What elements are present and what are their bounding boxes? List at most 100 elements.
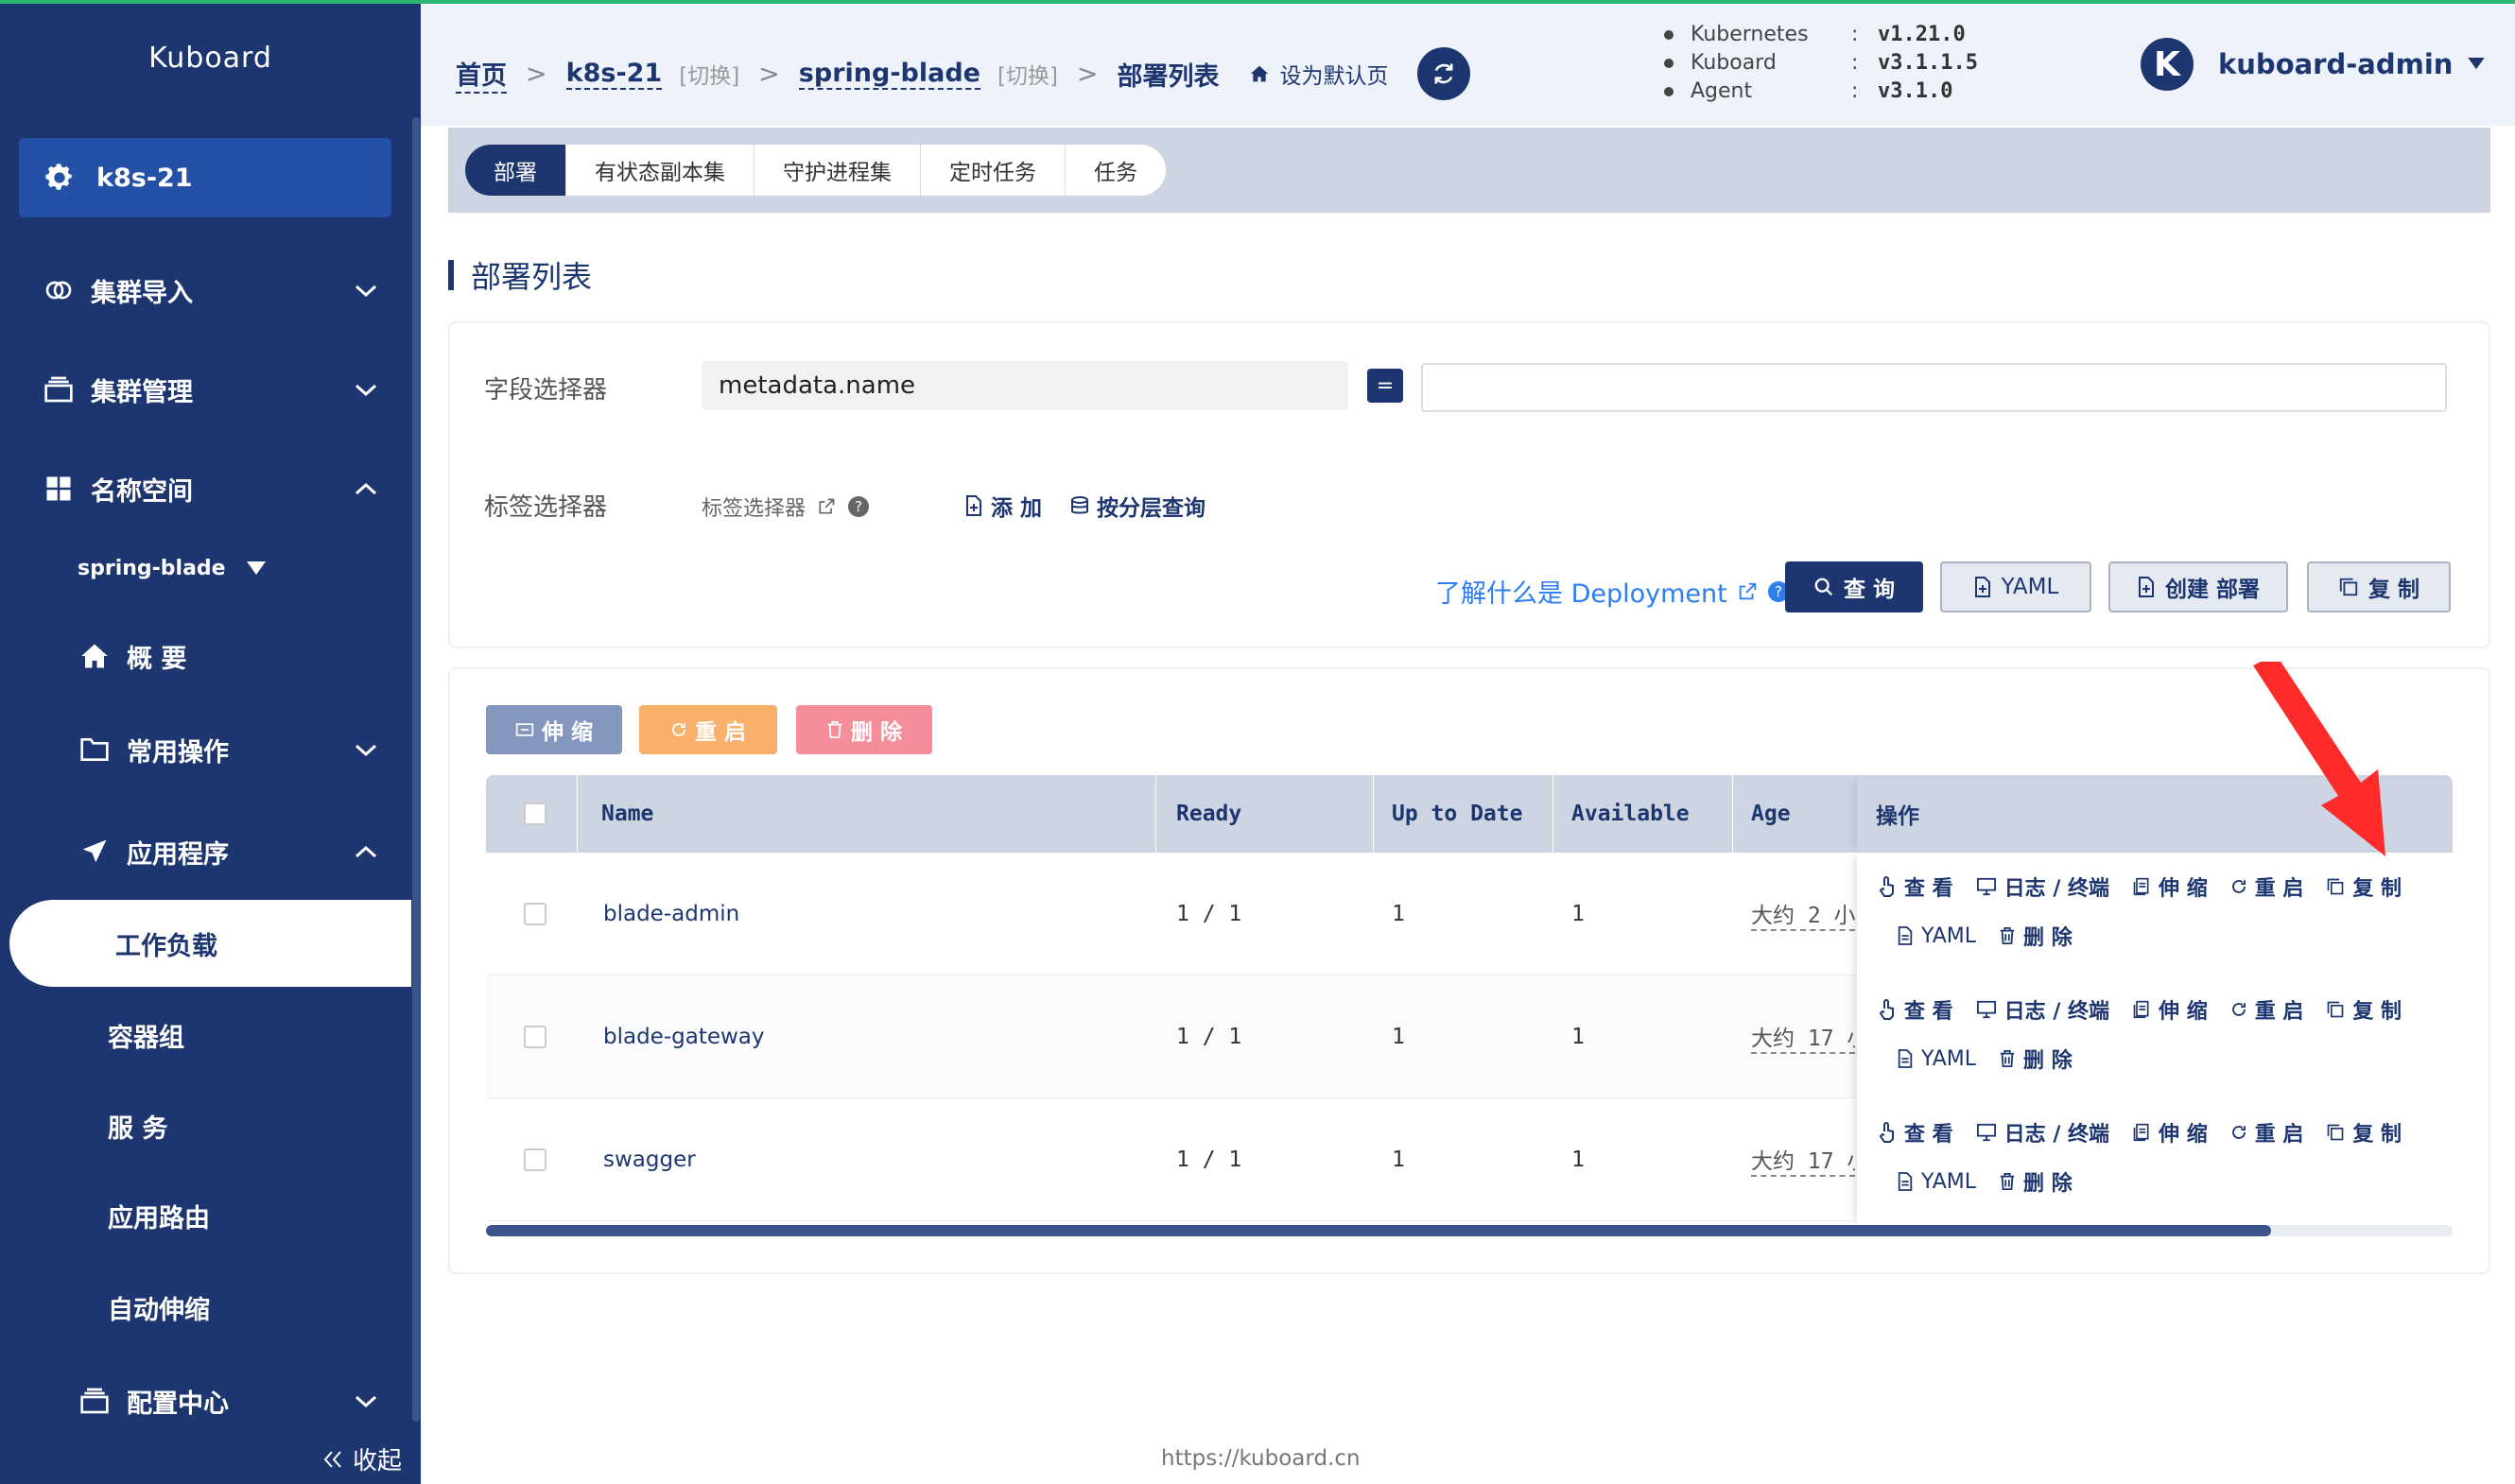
sidebar-item-overview[interactable]: 概 要 — [78, 632, 416, 680]
column-name[interactable]: Name — [601, 775, 653, 853]
up-to-date-value: 1 — [1392, 902, 1405, 926]
sidebar-item-cluster-manage[interactable]: 集群管理 — [42, 366, 416, 413]
sidebar-item-pods[interactable]: 容器组 — [108, 1017, 184, 1054]
field-selector-input[interactable]: metadata.name — [702, 361, 1348, 410]
delete-button[interactable]: 删 除 — [1999, 1044, 2073, 1074]
deployment-name-link[interactable]: swagger — [603, 1098, 696, 1221]
scrollbar-thumb[interactable] — [486, 1225, 2271, 1236]
sidebar-item-ingress[interactable]: 应用路由 — [108, 1198, 210, 1234]
column-age[interactable]: Age — [1751, 775, 1791, 853]
copy-deployment-button[interactable]: 复 制 — [2326, 1117, 2402, 1148]
label-selector-help[interactable]: 标签选择器 ? — [702, 492, 870, 522]
restart-button[interactable]: 重 启 — [2230, 871, 2303, 902]
tab-deployments[interactable]: 部署 — [465, 145, 566, 196]
label-selector-link[interactable]: 标签选择器 — [702, 492, 806, 522]
available-value: 1 — [1571, 1148, 1585, 1172]
tab-statefulsets[interactable]: 有状态副本集 — [566, 145, 754, 196]
tab-daemonsets[interactable]: 守护进程集 — [754, 145, 921, 196]
row-checkbox[interactable] — [524, 853, 546, 975]
cluster-selector[interactable]: k8s-21 — [19, 138, 391, 217]
sidebar-item-cluster-import[interactable]: 集群导入 — [42, 267, 416, 314]
home-icon — [78, 639, 112, 673]
deployment-name-link[interactable]: blade-gateway — [603, 975, 765, 1098]
page-title: 部署列表 — [448, 253, 592, 297]
yaml-view-button[interactable]: YAML — [1897, 1170, 1976, 1194]
footer-link[interactable]: https://kuboard.cn — [1161, 1446, 1361, 1471]
delete-button[interactable]: 删 除 — [1999, 921, 2073, 951]
brand-logo: Kuboard — [148, 42, 272, 75]
field-selector-label: 字段选择器 — [484, 376, 608, 405]
sidebar-item-applications[interactable]: 应用程序 — [78, 828, 416, 875]
learn-deployment-link[interactable]: 了解什么是 Deployment ? — [1435, 573, 1790, 610]
yaml-view-button[interactable]: YAML — [1897, 1047, 1976, 1071]
delete-button[interactable]: 删 除 — [1999, 1166, 2073, 1197]
yaml-button[interactable]: YAML — [1940, 561, 2091, 613]
switch-cluster-link[interactable]: [切换] — [679, 58, 739, 90]
view-button[interactable]: 查 看 — [1878, 994, 1953, 1025]
field-value-input[interactable] — [1421, 363, 2447, 412]
delete-label: 删 除 — [2023, 926, 2073, 950]
sidebar-item-namespace[interactable]: 名称空间 — [42, 465, 416, 512]
operator-button[interactable]: = — [1367, 369, 1403, 403]
set-default-page-button[interactable]: 设为默认页 — [1250, 58, 1389, 90]
add-label: 添 加 — [991, 496, 1043, 521]
column-available[interactable]: Available — [1571, 775, 1690, 853]
query-button[interactable]: 查 询 — [1785, 561, 1923, 613]
yaml-view-button[interactable]: YAML — [1897, 924, 1976, 948]
bulk-scale-label: 伸 缩 — [541, 720, 593, 745]
view-button[interactable]: 查 看 — [1878, 871, 1953, 902]
copy-icon — [2328, 1001, 2344, 1018]
collapse-sidebar-button[interactable]: 收起 — [322, 1441, 402, 1476]
deployment-name-link[interactable]: blade-admin — [603, 853, 739, 975]
copy-deployment-button[interactable]: 复 制 — [2326, 994, 2402, 1025]
column-up-to-date[interactable]: Up to Date — [1392, 775, 1522, 853]
tab-cronjobs[interactable]: 定时任务 — [921, 145, 1066, 196]
breadcrumb-cluster[interactable]: k8s-21 — [565, 59, 663, 90]
restart-button[interactable]: 重 启 — [2230, 1117, 2303, 1148]
column-ready[interactable]: Ready — [1176, 775, 1241, 853]
chevron-down-icon — [355, 285, 377, 298]
copy-icon — [2328, 878, 2344, 895]
copy-button[interactable]: 复 制 — [2307, 561, 2451, 613]
sidebar-item-config-center[interactable]: 配置中心 — [78, 1377, 416, 1424]
sidebar-item-services[interactable]: 服 务 — [108, 1108, 167, 1145]
copy-deployment-button[interactable]: 复 制 — [2326, 871, 2402, 902]
available-value: 1 — [1571, 1025, 1585, 1049]
user-menu[interactable]: K kuboard-admin — [2141, 38, 2486, 91]
bulk-scale-button[interactable]: 伸 缩 — [486, 705, 622, 754]
create-deployment-button[interactable]: 创建 部署 — [2108, 561, 2288, 613]
scale-button[interactable]: 伸 缩 — [2132, 871, 2208, 902]
tab-jobs[interactable]: 任务 — [1066, 145, 1166, 196]
select-all-checkbox[interactable] — [524, 775, 546, 853]
breadcrumb-home[interactable]: 首页 — [456, 55, 507, 94]
row-checkbox[interactable] — [524, 1098, 546, 1221]
add-label-button[interactable]: 添 加 — [964, 490, 1042, 522]
view-button[interactable]: 查 看 — [1878, 1117, 1953, 1148]
sidebar-item-workloads[interactable]: 工作负载 — [9, 900, 411, 987]
scale-button[interactable]: 伸 缩 — [2132, 1117, 2208, 1148]
scale-button[interactable]: 伸 缩 — [2132, 994, 2208, 1025]
caret-down-icon — [2468, 58, 2486, 70]
logs-terminal-button[interactable]: 日志 / 终端 — [1976, 994, 2109, 1025]
logs-terminal-button[interactable]: 日志 / 终端 — [1976, 1117, 2109, 1148]
sidebar-item-label: 名称空间 — [91, 476, 193, 507]
namespace-selector[interactable]: spring-blade — [78, 557, 266, 580]
breadcrumb-namespace[interactable]: spring-blade — [798, 59, 980, 90]
sidebar-item-common-ops[interactable]: 常用操作 — [78, 726, 416, 773]
refresh-button[interactable] — [1416, 47, 1470, 100]
bulk-delete-button[interactable]: 删 除 — [796, 705, 932, 754]
query-label: 查 询 — [1843, 578, 1895, 602]
delete-label: 删 除 — [2023, 1172, 2073, 1196]
bulk-restart-button[interactable]: 重 启 — [639, 705, 777, 754]
sidebar-scrollbar[interactable] — [412, 117, 420, 1422]
copy-icon — [2339, 578, 2358, 596]
restart-button[interactable]: 重 启 — [2230, 994, 2303, 1025]
row-checkbox[interactable] — [524, 975, 546, 1098]
pointer-icon — [1879, 876, 1894, 897]
layered-query-button[interactable]: 按分层查询 — [1070, 490, 1205, 522]
sidebar-item-autoscaling[interactable]: 自动伸缩 — [108, 1289, 210, 1326]
user-name: kuboard-admin — [2218, 48, 2454, 80]
logs-terminal-button[interactable]: 日志 / 终端 — [1976, 871, 2109, 902]
table-horizontal-scrollbar[interactable] — [486, 1225, 2453, 1236]
switch-namespace-link[interactable]: [切换] — [997, 58, 1058, 90]
